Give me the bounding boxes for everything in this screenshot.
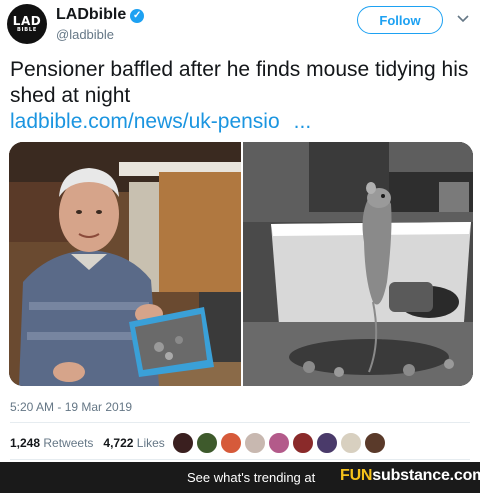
- likes-stat[interactable]: 4,722 Likes: [103, 436, 164, 450]
- brand-fun: FUN: [340, 467, 373, 484]
- liker-avatar[interactable]: [340, 432, 362, 454]
- liker-avatar[interactable]: [196, 432, 218, 454]
- retweets-stat[interactable]: 1,248 Retweets: [10, 436, 93, 450]
- tweet-header: LAD BIBLE LADbible ✓ @ladbible Follow: [0, 0, 480, 50]
- chevron-down-icon[interactable]: [457, 14, 469, 24]
- liker-avatar[interactable]: [220, 432, 242, 454]
- liker-avatar[interactable]: [316, 432, 338, 454]
- photo-pensioner[interactable]: [9, 142, 241, 386]
- divider: [10, 459, 470, 460]
- footer-banner[interactable]: See what's trending at FUNsubstance.com: [0, 462, 480, 493]
- liker-avatar[interactable]: [172, 432, 194, 454]
- tweet-timestamp[interactable]: 5:20 AM - 19 Mar 2019: [10, 400, 132, 414]
- retweets-label: Retweets: [43, 436, 94, 450]
- tweet-media[interactable]: [9, 142, 473, 386]
- liker-avatar[interactable]: [292, 432, 314, 454]
- tweet-link[interactable]: ladbible.com/news/uk-pensio...: [10, 109, 311, 135]
- divider: [10, 422, 470, 423]
- liker-avatar[interactable]: [244, 432, 266, 454]
- footer-text: See what's trending at: [187, 470, 316, 485]
- tweet-link-url[interactable]: ladbible.com/news/uk-pensio: [10, 110, 280, 133]
- liker-avatar[interactable]: [268, 432, 290, 454]
- account-handle[interactable]: @ladbible: [56, 27, 114, 42]
- verified-badge-icon: ✓: [130, 9, 145, 23]
- liker-avatar[interactable]: [364, 432, 386, 454]
- likes-count: 4,722: [103, 436, 134, 450]
- tweet-text: Pensioner baffled after he finds mouse t…: [10, 58, 469, 107]
- avatar-logo-subtext: BIBLE: [16, 27, 38, 33]
- follow-button[interactable]: Follow: [357, 6, 443, 34]
- account-name[interactable]: LADbible ✓: [56, 6, 145, 24]
- tweet-stats: 1,248 Retweets 4,722 Likes: [10, 436, 165, 450]
- avatar-logo-text: LAD: [12, 14, 42, 28]
- retweets-count: 1,248: [10, 436, 41, 450]
- brand-rest: substance.com: [372, 467, 480, 484]
- brand-logo[interactable]: FUNsubstance.com: [340, 467, 480, 485]
- avatar[interactable]: LAD BIBLE: [7, 4, 47, 44]
- photo-mouse-night-camera[interactable]: [243, 142, 473, 386]
- account-name-text: LADbible: [56, 6, 127, 23]
- tweet-link-ellipsis: ...: [293, 110, 312, 133]
- likes-label: Likes: [136, 436, 165, 450]
